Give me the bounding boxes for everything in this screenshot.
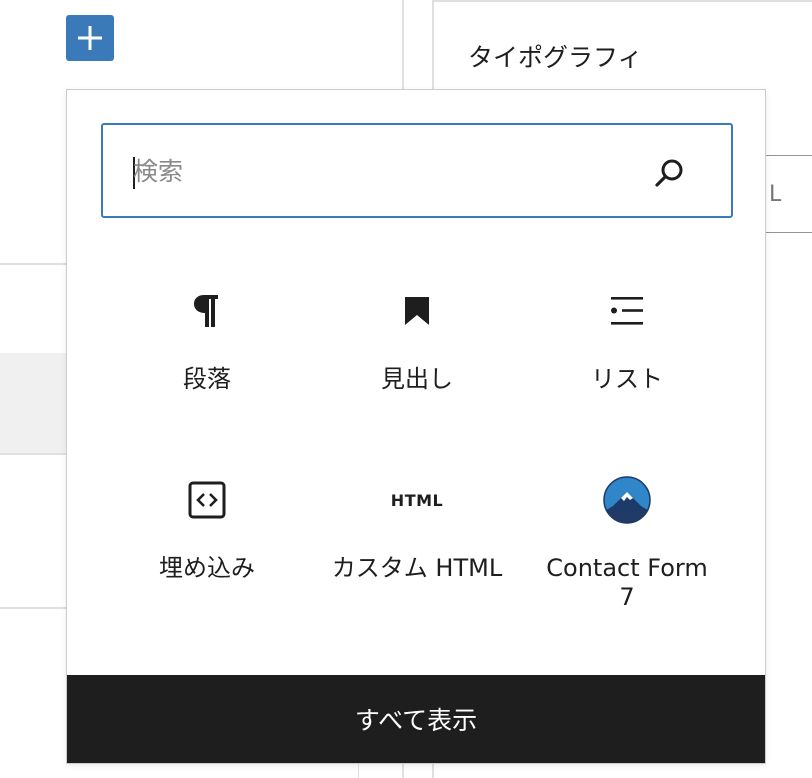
block-search-input[interactable] (133, 145, 653, 197)
add-block-button[interactable] (66, 15, 114, 61)
block-list[interactable]: リスト (522, 287, 732, 437)
embed-icon (183, 476, 231, 524)
heading-bookmark-icon (393, 287, 441, 335)
block-label: 段落 (183, 365, 231, 393)
block-label: Contact Form 7 (546, 554, 708, 611)
html-icon: HTML (390, 476, 444, 524)
block-paragraph[interactable]: 段落 (102, 287, 312, 437)
paragraph-icon (183, 287, 231, 335)
block-contact-form-7[interactable]: Contact Form 7 (522, 476, 732, 626)
sidebar-top-border (432, 0, 812, 2)
sidebar-panel-title[interactable]: タイポグラフィ (468, 38, 643, 74)
contact-form-7-mountain-icon (603, 476, 651, 524)
search-icon[interactable] (653, 156, 687, 190)
block-label: リスト (591, 365, 663, 393)
browse-all-button[interactable]: すべて表示 (67, 675, 765, 763)
block-embed[interactable]: 埋め込み (102, 476, 312, 626)
list-icon (603, 287, 651, 335)
block-label: 見出し (381, 365, 453, 393)
font-size-field[interactable]: L (764, 155, 812, 233)
html-icon-text: HTML (390, 490, 444, 510)
block-search-box[interactable] (101, 123, 733, 218)
plus-icon (78, 26, 102, 50)
font-size-field-text: L (769, 182, 782, 207)
block-inserter-popover: 段落 見出し リスト 埋め込み (66, 89, 766, 764)
block-label: カスタム HTML (331, 554, 503, 582)
block-heading[interactable]: 見出し (312, 287, 522, 437)
block-label: 埋め込み (159, 554, 255, 582)
block-custom-html[interactable]: HTML カスタム HTML (312, 476, 522, 626)
